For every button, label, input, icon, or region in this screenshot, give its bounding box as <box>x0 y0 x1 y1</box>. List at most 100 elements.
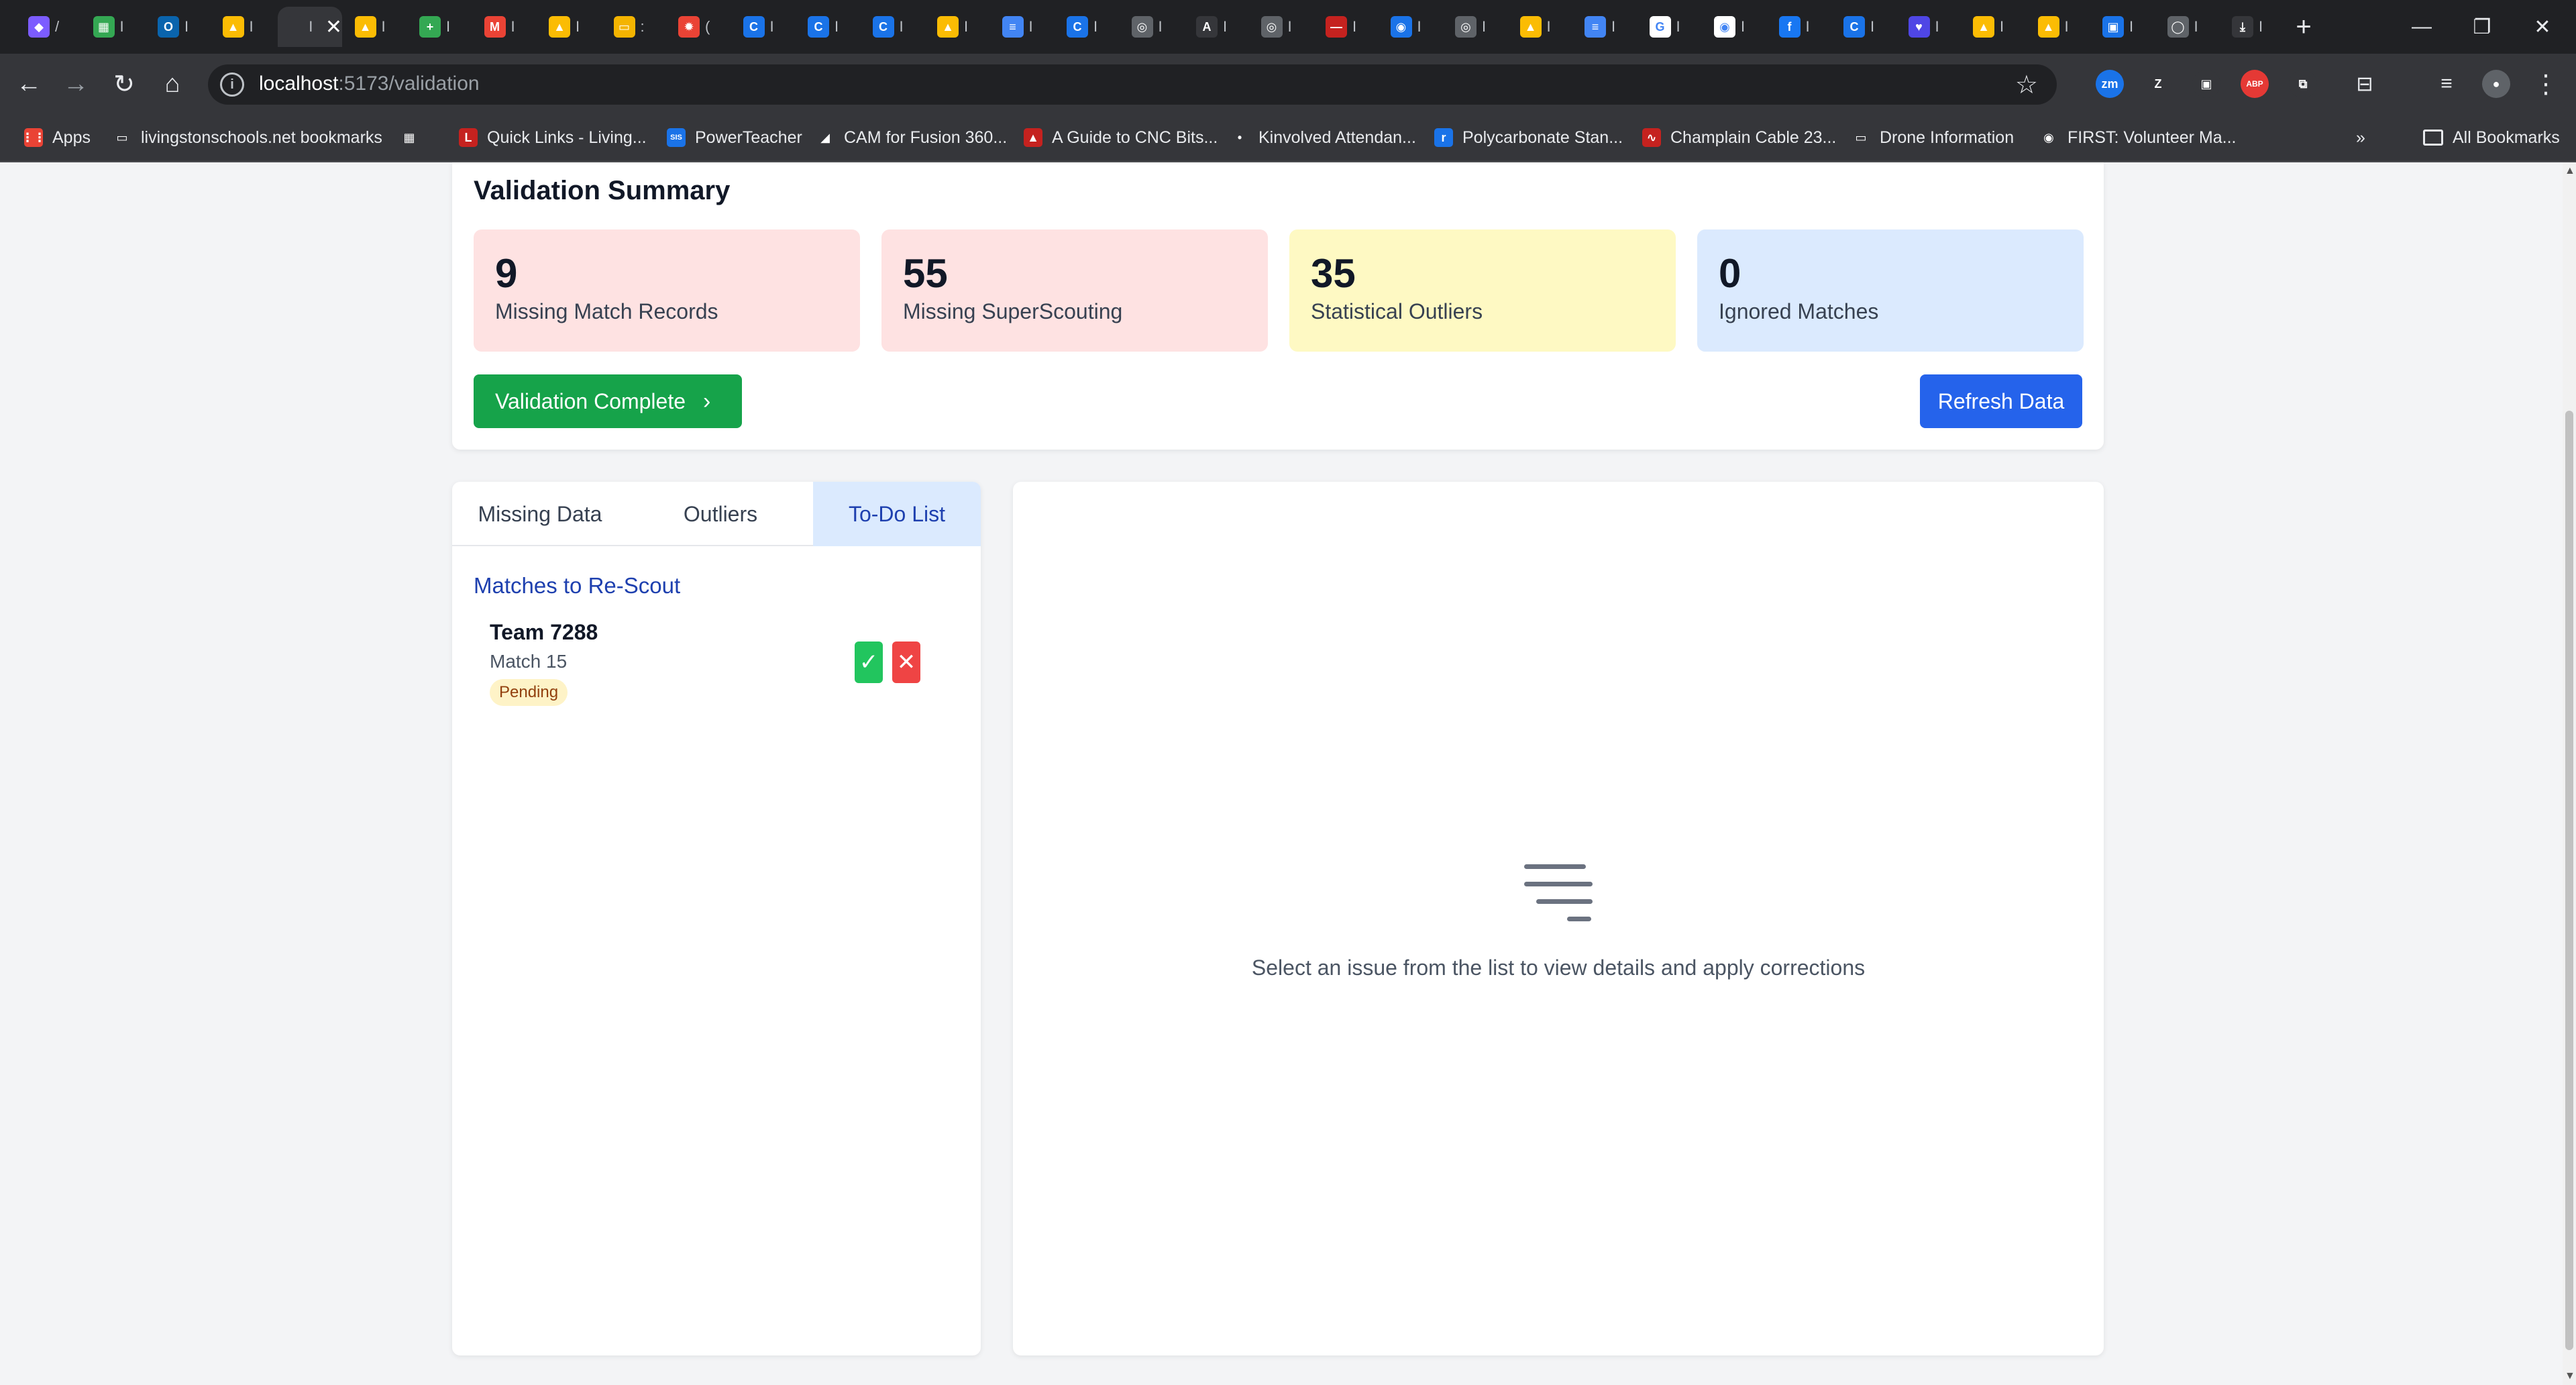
tab-title: I <box>119 18 124 35</box>
home-button[interactable]: ⌂ <box>156 67 189 101</box>
browser-tab[interactable]: CI <box>1057 7 1115 47</box>
puzzle-icon[interactable]: ⧉ <box>2289 70 2317 98</box>
zm-icon[interactable]: zm <box>2096 70 2124 98</box>
browser-tab[interactable]: ◉ I <box>1705 7 1762 47</box>
browser-tab[interactable]: fI <box>1770 7 1827 47</box>
scrollbar-thumb[interactable] <box>2565 411 2573 1350</box>
browser-tab[interactable]: ▲ I <box>345 7 403 47</box>
bookmark-label: FIRST: Volunteer Ma... <box>2068 127 2237 147</box>
bookmark-item[interactable]: ▭ livingstonschools.net bookmarks <box>113 121 382 154</box>
browser-tab[interactable]: ▭: <box>604 7 662 47</box>
bookmark-item[interactable]: ◉ FIRST: Volunteer Ma... <box>2039 121 2237 154</box>
slides-icon: ▭ <box>613 16 635 38</box>
bookmark-item[interactable]: ▭ Drone Information <box>1851 121 2014 154</box>
browser-tab[interactable]: ◆ / <box>19 7 76 47</box>
browser-tab[interactable]: GI <box>1640 7 1698 47</box>
tab-title: I <box>2064 18 2069 35</box>
menu-kebab-icon[interactable]: ⋮ <box>2529 67 2563 101</box>
browser-tab[interactable]: + I <box>410 7 468 47</box>
browser-tab[interactable]: OI <box>148 7 206 47</box>
copilot-icon: ◆ <box>28 16 50 38</box>
zotero-icon[interactable]: Z <box>2144 70 2172 98</box>
scroll-up-icon[interactable]: ▲ <box>2565 165 2575 177</box>
browser-tab[interactable]: ◯ I <box>2158 7 2216 47</box>
refresh-data-button[interactable]: Refresh Data <box>1920 374 2082 428</box>
browser-tab[interactable]: ▣ I <box>2093 7 2151 47</box>
new-tab-button[interactable]: + <box>2285 8 2322 46</box>
browser-tab[interactable]: — I <box>1316 7 1374 47</box>
bookmark-item[interactable]: ◢ CAM for Fusion 360... <box>816 121 1007 154</box>
validation-complete-button[interactable]: Validation Complete › <box>474 374 742 428</box>
tab-title: I <box>1805 18 1810 35</box>
browser-tab[interactable]: CI <box>798 7 856 47</box>
back-button[interactable]: ← <box>12 67 46 101</box>
tab-todo-list[interactable]: To-Do List <box>813 482 981 546</box>
page-scrollbar[interactable]: ▲ ▼ <box>2563 162 2576 1385</box>
screen-icon[interactable]: ▣ <box>2192 70 2220 98</box>
address-bar[interactable]: i localhost:5173/validation ☆ <box>208 64 2057 105</box>
tab-missing-data[interactable]: Missing Data <box>452 482 628 546</box>
bookmark-star-icon[interactable]: ☆ <box>2015 70 2038 100</box>
bookmark-label: Polycarbonate Stan... <box>1462 127 1623 147</box>
media-icon[interactable]: ≡ <box>2430 67 2463 101</box>
browser-tab[interactable]: MI <box>475 7 533 47</box>
todo-match: Match 15 <box>490 651 568 672</box>
browser-tab[interactable]: ▲ I <box>1511 7 1568 47</box>
browser-tab[interactable]: CI <box>734 7 792 47</box>
chevron-right-icon: › <box>703 388 711 414</box>
close-window-button[interactable]: ✕ <box>2502 0 2576 54</box>
browser-tab[interactable]: ▲ I <box>539 7 597 47</box>
browser-tab[interactable]: ♥ I <box>1899 7 1957 47</box>
bookmark-item[interactable]: r Polycarbonate Stan... <box>1434 121 1623 154</box>
bookmark-item[interactable]: ∿ Champlain Cable 23... <box>1642 121 1836 154</box>
folder-icon: ▭ <box>113 128 131 147</box>
browser-tab[interactable]: ≡ I <box>993 7 1051 47</box>
tab-outliers[interactable]: Outliers <box>628 482 813 546</box>
browser-tab[interactable]: ▦ I <box>84 7 142 47</box>
adblock-icon[interactable]: ABP <box>2241 70 2269 98</box>
stat-card: 35 Statistical Outliers <box>1289 229 1676 352</box>
all-bookmarks-button[interactable]: All Bookmarks <box>2423 121 2560 154</box>
close-tab-icon[interactable]: ✕ <box>325 15 342 39</box>
browser-tab[interactable]: ◎ I <box>1252 7 1309 47</box>
bookmark-item[interactable]: ▲ A Guide to CNC Bits... <box>1024 121 1218 154</box>
target-icon: ◎ <box>1455 16 1477 38</box>
bookmark-item[interactable]: ▦ <box>400 121 428 154</box>
browser-tab[interactable]: ▲ I <box>2029 7 2086 47</box>
profile-avatar[interactable]: ● <box>2482 70 2510 98</box>
browser-tab[interactable]: ⤓ I <box>2222 7 2280 47</box>
browser-tab[interactable]: CI <box>1834 7 1892 47</box>
tab-title: I <box>1676 18 1680 35</box>
browser-tab[interactable]: ◉ I <box>1381 7 1439 47</box>
tab-search-icon[interactable]: ⊟ <box>2348 67 2381 101</box>
browser-tab[interactable]: ◎ I <box>1122 7 1180 47</box>
grid-icon: ▦ <box>400 128 419 147</box>
browser-tab[interactable]: ≡ I <box>1575 7 1633 47</box>
app-icon: ▣ <box>2102 16 2124 38</box>
bookmarks-overflow-button[interactable]: » <box>2356 121 2365 154</box>
todo-item: Team 7288 Match 15 Pending ✓ ✕ <box>474 613 959 721</box>
browser-tab[interactable]: ◎ I <box>1446 7 1503 47</box>
browser-tab[interactable]: ▲ I <box>1964 7 2021 47</box>
bookmark-item[interactable]: SIS PowerTeacher <box>667 121 802 154</box>
browser-tab[interactable]: AI <box>1187 7 1244 47</box>
browser-tab[interactable]: ✹( <box>669 7 727 47</box>
scroll-down-icon[interactable]: ▼ <box>2565 1370 2575 1382</box>
browser-tab[interactable]: ▲ I <box>928 7 985 47</box>
forward-button[interactable]: → <box>59 67 93 101</box>
details-panel: Select an issue from the list to view de… <box>1013 482 2104 1355</box>
bookmark-item[interactable]: L Quick Links - Living... <box>459 121 647 154</box>
reload-button[interactable]: ↻ <box>107 67 141 101</box>
browser-tab-active[interactable]: I ✕ <box>278 7 342 47</box>
status-badge: Pending <box>490 679 568 706</box>
site-info-icon[interactable]: i <box>220 72 244 97</box>
bookmark-item[interactable]: ⋮⋮ Apps <box>21 121 91 154</box>
bookmark-item[interactable]: • Kinvolved Attendan... <box>1230 121 1416 154</box>
bookmark-label: Champlain Cable 23... <box>1670 127 1837 147</box>
url-text[interactable]: localhost:5173/validation <box>259 72 480 95</box>
reject-button[interactable]: ✕ <box>892 642 920 683</box>
browser-tab[interactable]: CI <box>863 7 921 47</box>
approve-button[interactable]: ✓ <box>855 642 883 683</box>
docs-icon: ≡ <box>1585 16 1606 38</box>
browser-tab[interactable]: ▲ I <box>213 7 271 47</box>
